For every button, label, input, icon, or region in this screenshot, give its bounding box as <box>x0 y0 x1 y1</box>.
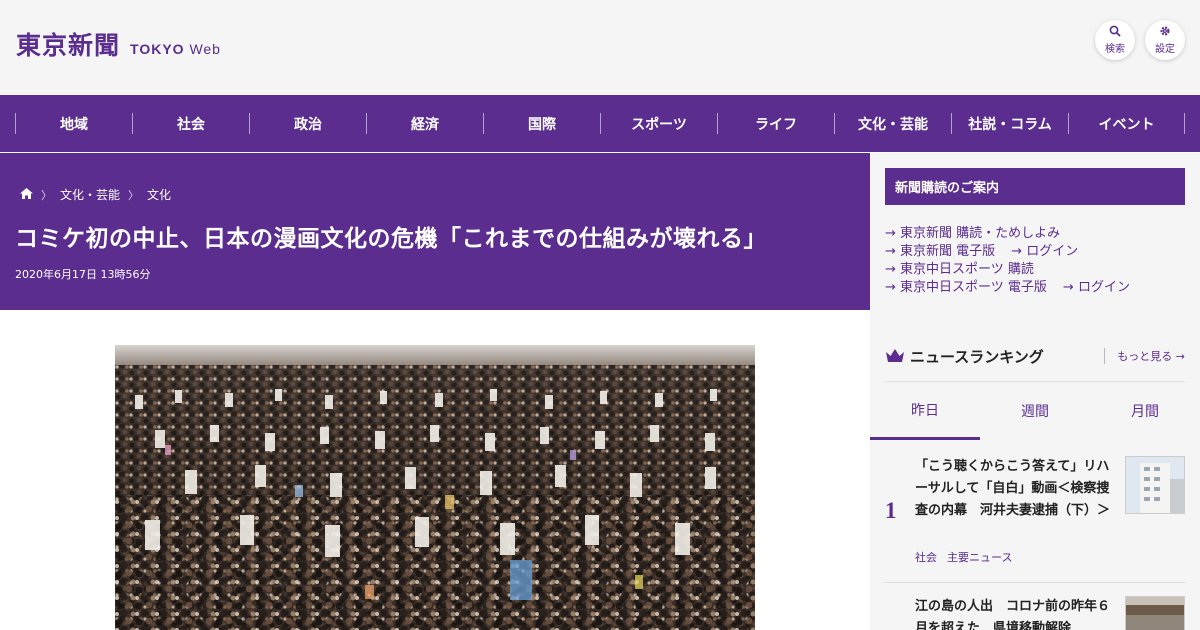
ranking-headline[interactable]: 「こう聴くからこう答えて」リハーサルして「自白」動画＜検察捜査の内幕 河井夫妻逮… <box>915 456 1115 522</box>
ranking-item[interactable]: 1 「こう聴くからこう答えて」リハーサルして「自白」動画＜検察捜査の内幕 河井夫… <box>885 456 1185 576</box>
link-chunichi-sports-digital[interactable]: 東京中日スポーツ 電子版 <box>885 279 1047 297</box>
global-nav: 地域 社会 政治 経済 国際 スポーツ ライフ 文化・芸能 社説・コラム イベン… <box>0 95 1200 152</box>
link-tokyo-subscribe[interactable]: 東京新聞 購読・ためしよみ <box>885 225 1060 243</box>
subscription-heading: 新聞購読のご案内 <box>885 168 1185 205</box>
nav-item-international[interactable]: 国際 <box>483 113 600 134</box>
ranking-thumbnail[interactable] <box>1125 596 1185 630</box>
link-tokyo-digital[interactable]: 東京新聞 電子版 <box>885 243 995 261</box>
ranking-item[interactable]: 江の島の人出 コロナ前の昨年６月を超えた 県境移動解除 <box>885 596 1185 630</box>
tab-monthly[interactable]: 月間 <box>1090 382 1200 440</box>
settings-button[interactable]: 設定 <box>1145 20 1185 60</box>
sidebar: 新聞購読のご案内 東京新聞 購読・ためしよみ 東京新聞 電子版 ログイン 東京中… <box>870 153 1200 630</box>
article-photo <box>115 345 755 630</box>
nav-item-region[interactable]: 地域 <box>15 113 132 134</box>
logo-english: TOKYO Web <box>130 41 221 57</box>
gear-icon <box>1159 25 1171 39</box>
breadcrumb: 〉 文化・芸能 〉 文化 <box>20 186 171 203</box>
ranking-title: ニュースランキング <box>910 347 1044 366</box>
site-header: 東京新聞 TOKYO Web 検索 設定 <box>0 0 1200 95</box>
breadcrumb-item-bunka[interactable]: 文化 <box>147 186 171 203</box>
nav-item-culture[interactable]: 文化・芸能 <box>834 113 951 134</box>
ranking-more-link[interactable]: もっと見る → <box>1104 348 1185 364</box>
nav-item-society[interactable]: 社会 <box>132 113 249 134</box>
chevron-right-icon: 〉 <box>41 188 52 202</box>
ranking-tags: 社会 主要ニュース <box>915 549 1012 565</box>
logo-kanji: 東京新聞 <box>16 31 121 60</box>
tag-main-news[interactable]: 主要ニュース <box>947 549 1012 565</box>
ranking-headline[interactable]: 江の島の人出 コロナ前の昨年６月を超えた 県境移動解除 <box>915 596 1115 630</box>
article-title: コミケ初の中止、日本の漫画文化の危機「これまでの仕組みが壊れる」 <box>15 226 767 252</box>
nav-item-sports[interactable]: スポーツ <box>600 113 717 134</box>
rank-number: 1 <box>885 498 897 523</box>
nav-item-events[interactable]: イベント <box>1068 113 1185 134</box>
ranking-tabs: 昨日 週間 月間 <box>870 382 1200 440</box>
breadcrumb-item-culture[interactable]: 文化・芸能 <box>60 186 120 203</box>
search-icon <box>1109 25 1121 39</box>
arrow-right-icon: → <box>1175 350 1185 363</box>
search-button[interactable]: 検索 <box>1095 20 1135 60</box>
nav-item-life[interactable]: ライフ <box>717 113 834 134</box>
link-chunichi-sports-subscribe[interactable]: 東京中日スポーツ 購読 <box>885 261 1034 279</box>
crowd-photo-illustration <box>115 345 755 630</box>
tab-weekly[interactable]: 週間 <box>980 382 1090 440</box>
nav-item-politics[interactable]: 政治 <box>249 113 366 134</box>
crown-icon <box>886 349 904 362</box>
link-tokyo-login[interactable]: ログイン <box>1011 243 1078 261</box>
article-date: 2020年6月17日 13時56分 <box>15 268 151 281</box>
article-header: 〉 文化・芸能 〉 文化 コミケ初の中止、日本の漫画文化の危機「これまでの仕組み… <box>0 153 870 310</box>
nav-item-economy[interactable]: 経済 <box>366 113 483 134</box>
subscription-links: 東京新聞 購読・ためしよみ 東京新聞 電子版 ログイン 東京中日スポーツ 購読 … <box>885 225 1130 297</box>
ranking-header: ニュースランキング もっと見る → <box>885 342 1185 370</box>
home-icon[interactable] <box>20 187 33 202</box>
link-chunichi-sports-login[interactable]: ログイン <box>1063 279 1130 297</box>
search-label: 検索 <box>1105 44 1125 55</box>
ranking-thumbnail[interactable] <box>1125 456 1185 514</box>
site-logo[interactable]: 東京新聞 TOKYO Web <box>16 26 221 62</box>
nav-item-editorial[interactable]: 社説・コラム <box>951 113 1068 134</box>
chevron-right-icon: 〉 <box>128 188 140 202</box>
settings-label: 設定 <box>1155 44 1175 55</box>
tab-yesterday[interactable]: 昨日 <box>870 382 980 440</box>
divider <box>885 582 1185 583</box>
tag-society[interactable]: 社会 <box>915 549 937 565</box>
